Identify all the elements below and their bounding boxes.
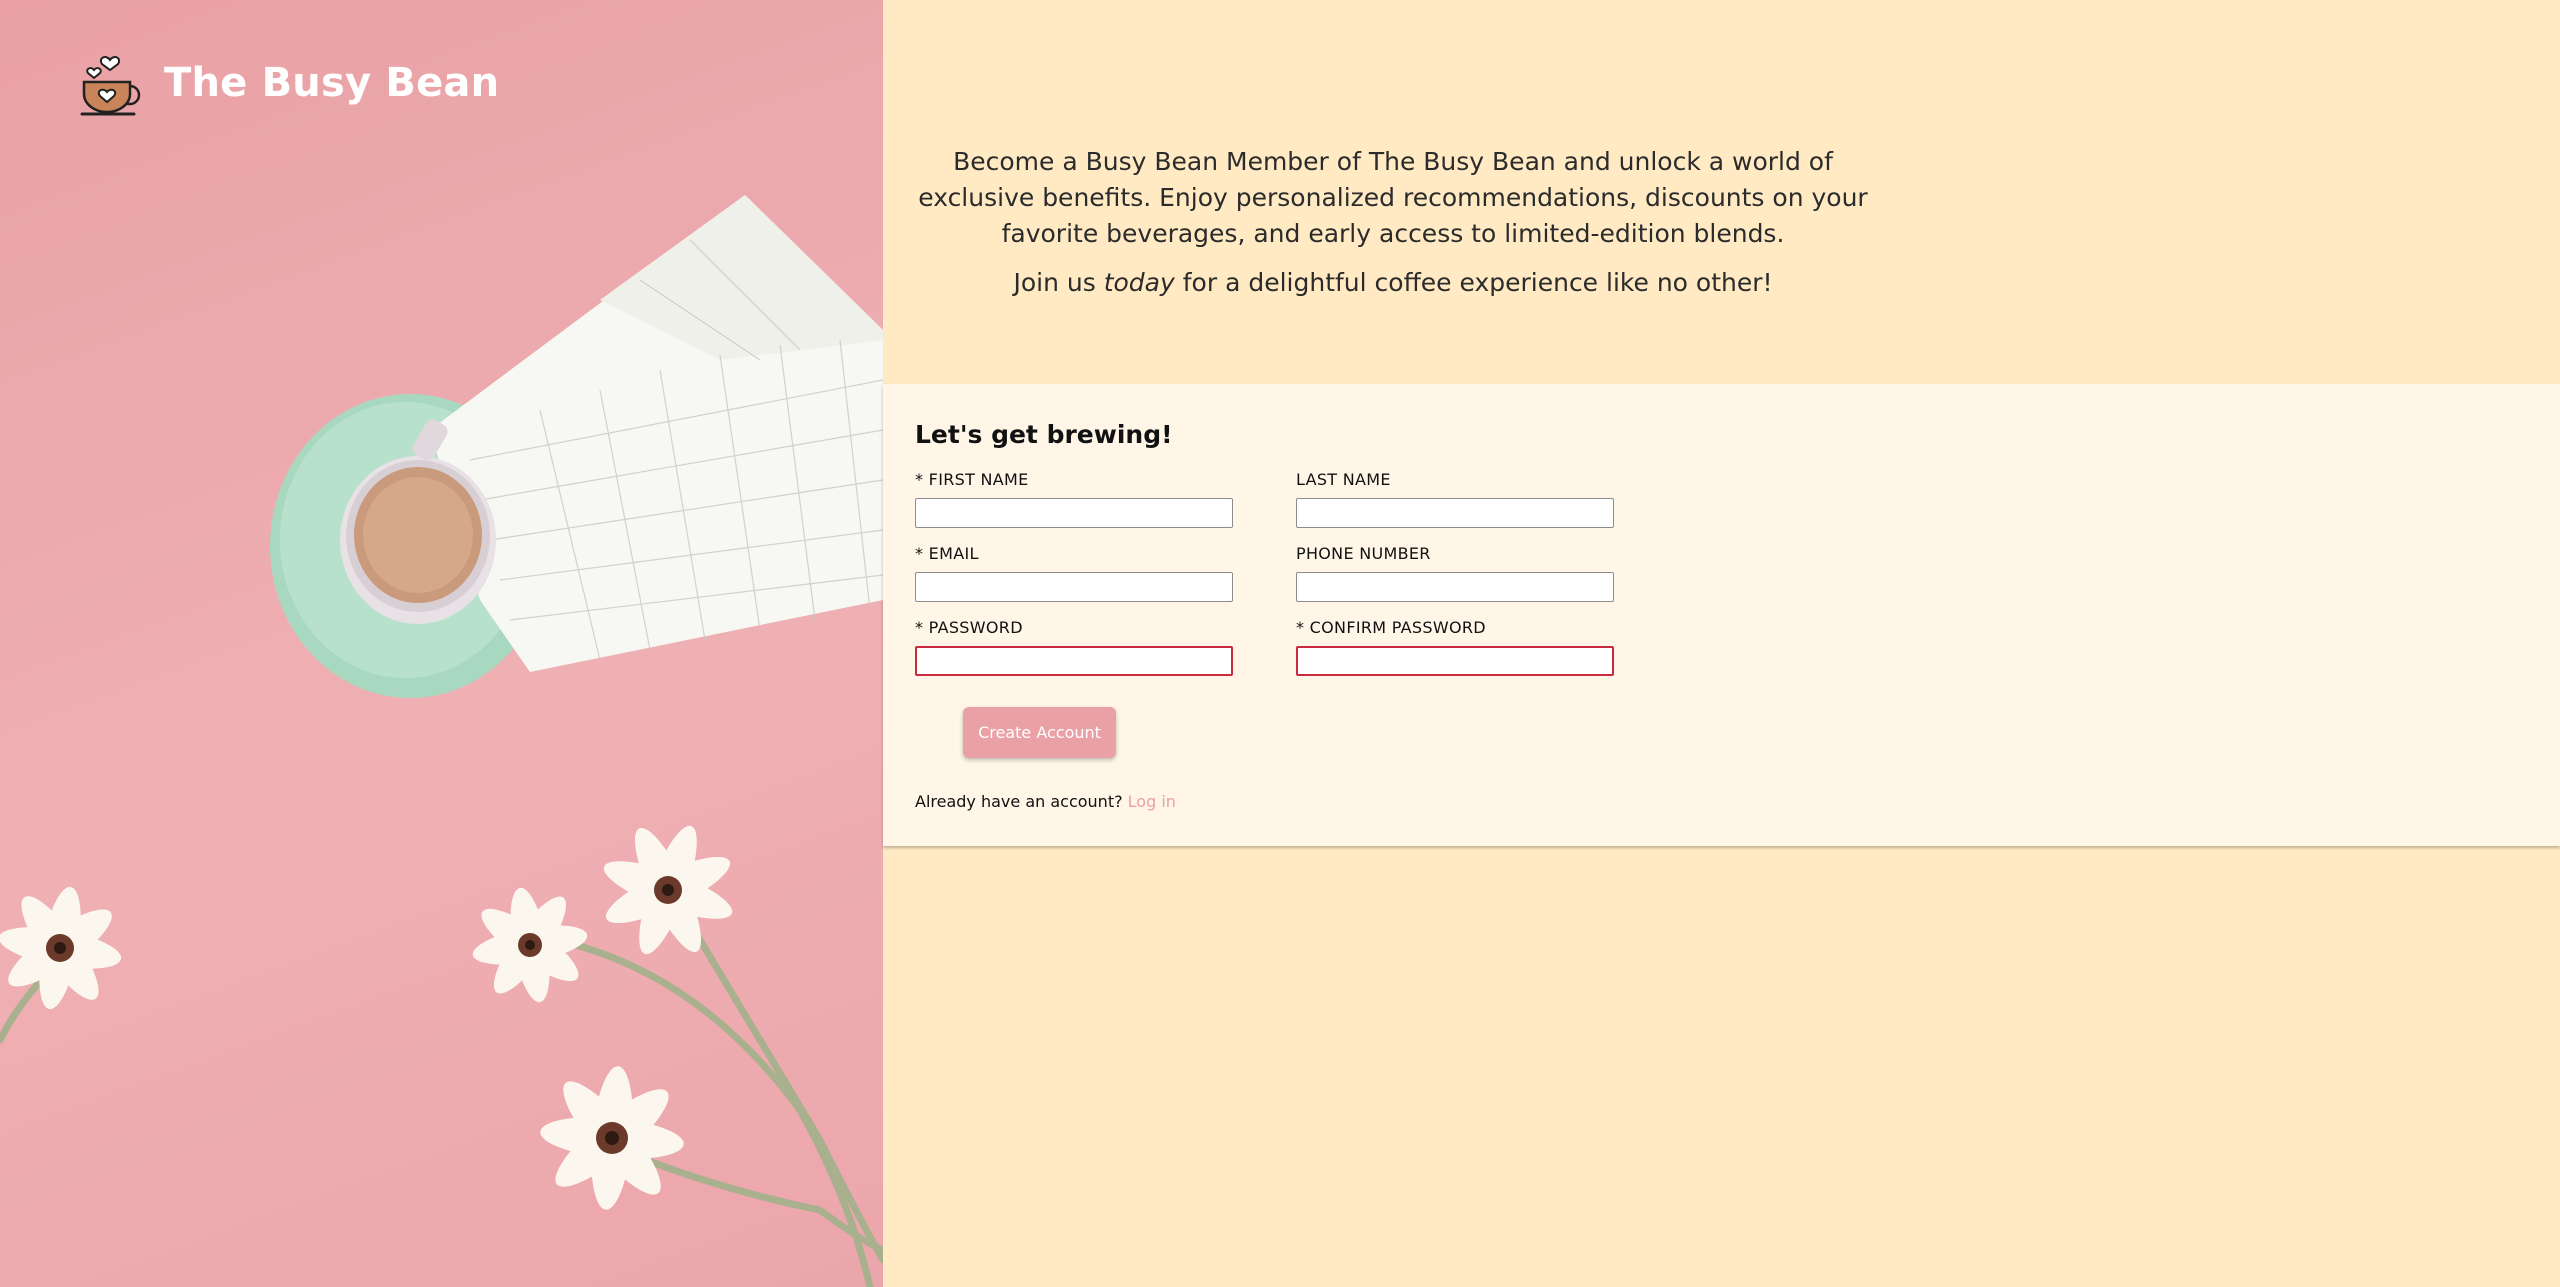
last-name-input[interactable]	[1296, 498, 1614, 528]
join-emphasis: today	[1103, 268, 1175, 297]
email-label: * EMAIL	[915, 544, 979, 563]
membership-blurb: Become a Busy Bean Member of The Busy Be…	[918, 147, 1868, 248]
password-label: * PASSWORD	[915, 618, 1023, 637]
email-group: * EMAIL	[915, 544, 1233, 602]
daisy	[0, 825, 733, 1210]
confirm-password-label: * CONFIRM PASSWORD	[1296, 618, 1486, 637]
join-message: Join us today for a delightful coffee ex…	[913, 268, 1873, 297]
last-name-group: LAST NAME	[1296, 470, 1614, 528]
brand-name: The Busy Bean	[164, 60, 500, 106]
login-prompt: Already have an account? Log in	[915, 792, 1176, 811]
join-suffix: for a delightful coffee experience like …	[1174, 268, 1773, 297]
email-input[interactable]	[915, 572, 1233, 602]
create-account-button[interactable]: Create Account	[963, 707, 1116, 758]
first-name-input[interactable]	[915, 498, 1233, 528]
join-prefix: Join us	[1013, 268, 1104, 297]
login-link[interactable]: Log in	[1128, 792, 1176, 811]
form-heading: Let's get brewing!	[915, 420, 1173, 449]
coffee-cup-hearts-icon	[80, 56, 141, 116]
login-prompt-text: Already have an account?	[915, 792, 1128, 811]
password-group: * PASSWORD	[915, 618, 1233, 676]
confirm-password-input[interactable]	[1296, 646, 1614, 676]
coffee-and-flowers-photo	[0, 195, 883, 1287]
brand[interactable]: The Busy Bean	[78, 46, 499, 120]
password-input[interactable]	[915, 646, 1233, 676]
first-name-label: * FIRST NAME	[915, 470, 1029, 489]
first-name-group: * FIRST NAME	[915, 470, 1233, 528]
hero-image-panel: The Busy Bean	[0, 0, 883, 1287]
phone-label: PHONE NUMBER	[1296, 544, 1431, 563]
phone-input[interactable]	[1296, 572, 1614, 602]
signup-form-panel: Let's get brewing! * FIRST NAME LAST NAM…	[883, 384, 2560, 846]
phone-group: PHONE NUMBER	[1296, 544, 1614, 602]
confirm-password-group: * CONFIRM PASSWORD	[1296, 618, 1614, 676]
last-name-label: LAST NAME	[1296, 470, 1391, 489]
intro-section: Become a Busy Bean Member of The Busy Be…	[883, 0, 2560, 384]
